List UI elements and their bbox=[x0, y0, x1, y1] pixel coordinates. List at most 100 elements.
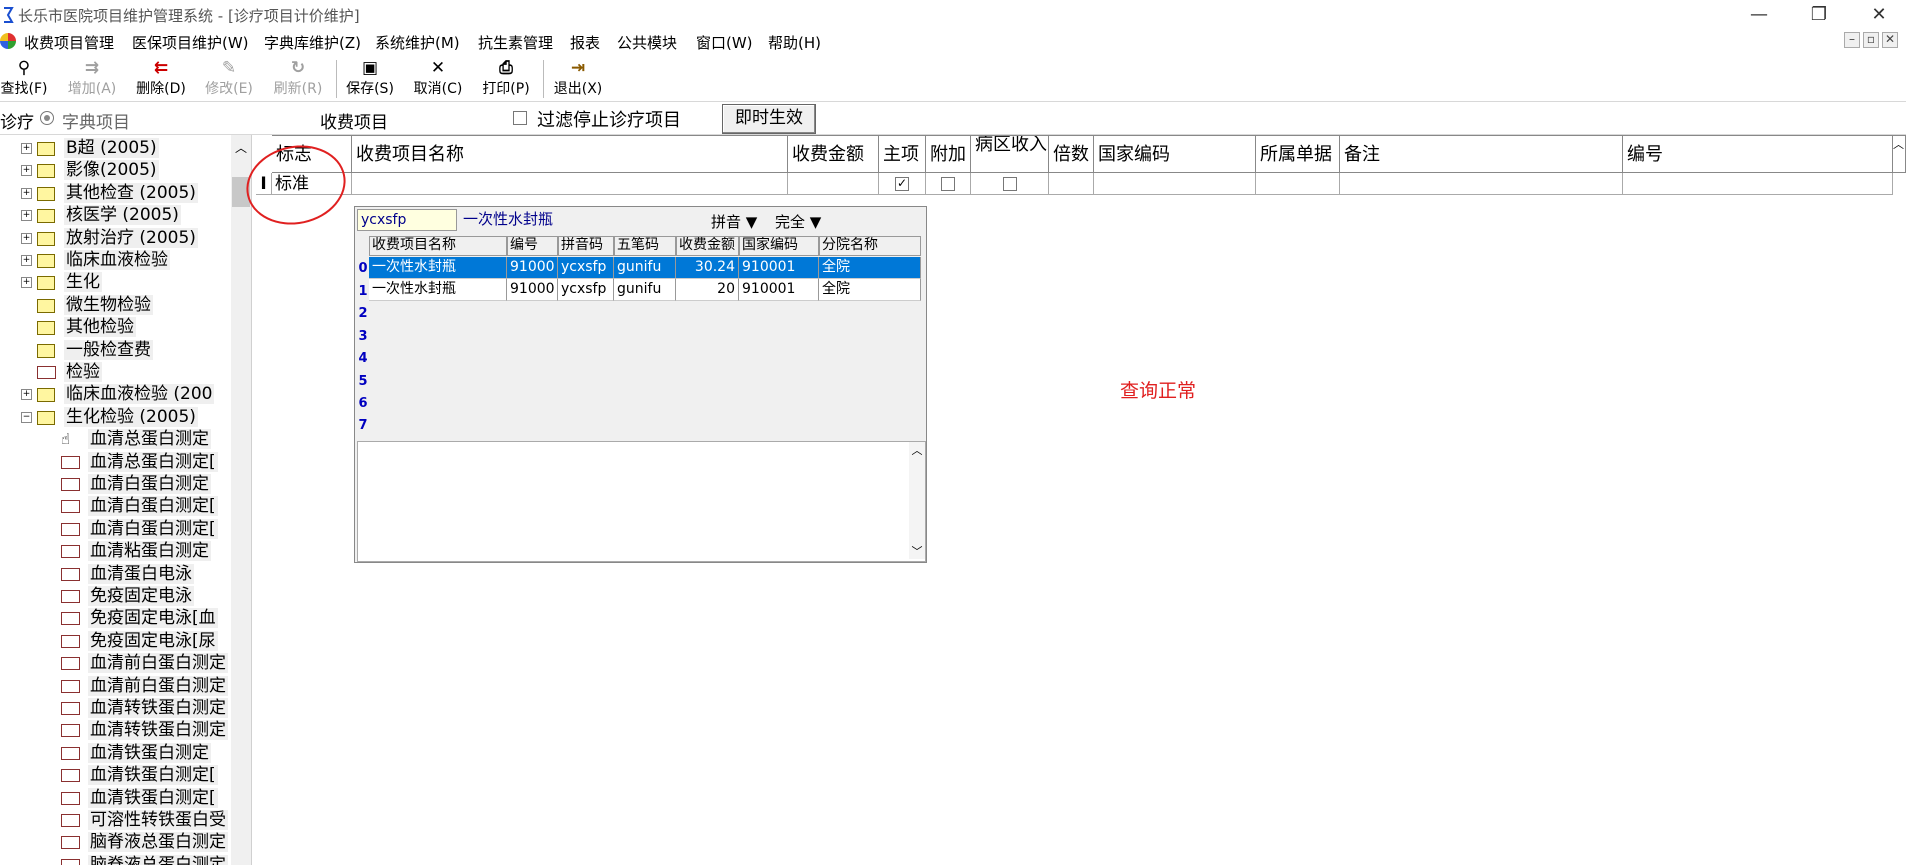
menu-item-charge[interactable]: 收费项目管理 bbox=[24, 32, 114, 53]
main-item-checkbox[interactable]: ✓ bbox=[895, 177, 909, 191]
menu-item-window[interactable]: 窗口(W) bbox=[696, 32, 753, 53]
tree-expand-toggle[interactable]: + bbox=[21, 143, 32, 154]
tree-scrollbar[interactable]: ︿ bbox=[231, 135, 251, 865]
menu-item-public[interactable]: 公共模块 bbox=[617, 32, 677, 53]
tree-node[interactable]: 生化 bbox=[64, 271, 102, 293]
close-button[interactable]: ✕ bbox=[1856, 2, 1902, 28]
menu-item-dictionary[interactable]: 字典库维护(Z) bbox=[264, 32, 361, 53]
mdi-minimize-button[interactable]: – bbox=[1844, 32, 1860, 48]
menu-item-antibiotics[interactable]: 抗生素管理 bbox=[478, 32, 553, 53]
cell-number[interactable] bbox=[1623, 173, 1893, 195]
col-header-amount[interactable]: 收费金额 bbox=[788, 135, 879, 173]
tree-node[interactable]: 检验 bbox=[64, 361, 102, 383]
lookup-col-wubi[interactable]: 五笔码 bbox=[614, 236, 676, 256]
col-header-main[interactable]: 主项 bbox=[879, 135, 926, 173]
lookup-col-branch[interactable]: 分院名称 bbox=[819, 236, 921, 256]
refresh-button[interactable]: ↻ 刷新(R) bbox=[268, 58, 328, 102]
scroll-down-icon[interactable]: ﹀ bbox=[909, 543, 925, 559]
tree-node[interactable]: 放射治疗 (2005) bbox=[64, 227, 198, 249]
tree-node[interactable]: 生化检验 (2005) bbox=[64, 406, 198, 428]
mdi-close-button[interactable]: ✕ bbox=[1882, 32, 1898, 48]
tree-expand-toggle[interactable]: + bbox=[21, 165, 32, 177]
tree-expand-toggle[interactable]: + bbox=[21, 210, 32, 222]
tree-node[interactable]: 可溶性转铁蛋白受 bbox=[88, 809, 228, 831]
tree-expand-toggle[interactable]: + bbox=[21, 187, 32, 199]
filter-checkbox[interactable] bbox=[513, 111, 527, 125]
tree-node[interactable]: 临床血液检验 bbox=[64, 249, 170, 271]
tree-expand-toggle[interactable]: + bbox=[21, 389, 32, 401]
dict-radio[interactable] bbox=[40, 111, 54, 125]
col-header-multiplier[interactable]: 倍数 bbox=[1049, 135, 1094, 173]
tree-expand-toggle[interactable]: + bbox=[21, 277, 32, 289]
tree-node[interactable]: 临床血液检验 (200 bbox=[64, 383, 215, 405]
lookup-search-input[interactable]: ycxsfp bbox=[357, 209, 457, 231]
tree-node[interactable]: 血清白蛋白测定[ bbox=[88, 495, 218, 517]
tree-expand-toggle[interactable]: − bbox=[21, 411, 32, 423]
ward-income-checkbox[interactable] bbox=[1002, 177, 1017, 191]
tree-node[interactable]: 免疫固定电泳 bbox=[88, 585, 194, 607]
tree-node[interactable]: 影像(2005) bbox=[64, 159, 159, 181]
tree-node[interactable]: 血清铁蛋白测定[ bbox=[88, 764, 218, 786]
col-header-charge-name[interactable]: 收费项目名称 bbox=[352, 135, 788, 173]
tree-node[interactable]: 血清粘蛋白测定 bbox=[88, 540, 211, 562]
match-mode-dropdown[interactable]: 完全 ▼ bbox=[775, 211, 821, 232]
scroll-up-icon[interactable]: ︿ bbox=[235, 139, 247, 156]
menu-item-insurance[interactable]: 医保项目维护(W) bbox=[132, 32, 249, 53]
tree-node[interactable]: B超 (2005) bbox=[64, 137, 159, 159]
col-header-number[interactable]: 编号 bbox=[1623, 135, 1893, 173]
tree-node[interactable]: 核医学 (2005) bbox=[64, 204, 181, 226]
tree-node[interactable]: 一般检查费 bbox=[64, 339, 153, 361]
cell-charge-name[interactable] bbox=[352, 173, 788, 195]
tree-node[interactable]: 其他检验 bbox=[64, 316, 136, 338]
modify-button[interactable]: ✎ 修改(E) bbox=[199, 58, 259, 102]
tree-node[interactable]: 血清白蛋白测定[ bbox=[88, 518, 218, 540]
minimize-button[interactable]: — bbox=[1736, 2, 1782, 28]
tree-node[interactable]: 血清转铁蛋白测定 bbox=[88, 697, 228, 719]
print-button[interactable]: ⎙ 打印(P) bbox=[476, 58, 536, 102]
tree-node[interactable]: 其他检查 (2005) bbox=[64, 182, 198, 204]
tree-node[interactable]: 血清铁蛋白测定 bbox=[88, 742, 211, 764]
lookup-col-name[interactable]: 收费项目名称 bbox=[369, 236, 507, 256]
lookup-col-amount[interactable]: 收费金额 bbox=[676, 236, 739, 256]
scroll-up-icon[interactable]: ︿ bbox=[909, 442, 925, 458]
cell-remarks[interactable] bbox=[1340, 173, 1623, 195]
find-button[interactable]: ⚲ 查找(F) bbox=[0, 58, 54, 102]
menu-item-help[interactable]: 帮助(H) bbox=[768, 32, 821, 53]
menu-item-system[interactable]: 系统维护(M) bbox=[375, 32, 460, 53]
lookup-col-pinyin[interactable]: 拼音码 bbox=[558, 236, 614, 256]
cell-national-code[interactable] bbox=[1094, 173, 1256, 195]
pinyin-mode-dropdown[interactable]: 拼音 ▼ bbox=[711, 211, 757, 232]
col-header-national-code[interactable]: 国家编码 bbox=[1094, 135, 1256, 173]
col-header-document[interactable]: 所属单据 bbox=[1256, 135, 1340, 173]
col-header-extra[interactable]: 附加 bbox=[926, 135, 971, 173]
tree-node[interactable]: 血清蛋白电泳 bbox=[88, 563, 194, 585]
col-header-remarks[interactable]: 备注 bbox=[1340, 135, 1623, 173]
tree-node[interactable]: 脑脊液总蛋白测定 bbox=[88, 854, 228, 865]
tree-node[interactable]: 血清前白蛋白测定 bbox=[88, 652, 228, 674]
tree-node[interactable]: 血清白蛋白测定 bbox=[88, 473, 211, 495]
grid-scroll-up-icon[interactable]: ︿ bbox=[1892, 135, 1906, 173]
exit-button[interactable]: ⇥ 退出(X) bbox=[548, 58, 608, 102]
lookup-col-code[interactable]: 编号 bbox=[507, 236, 558, 256]
restore-button[interactable]: ❐ bbox=[1796, 2, 1842, 28]
extra-item-checkbox[interactable] bbox=[941, 177, 955, 191]
tree-node[interactable]: 血清总蛋白测定[ bbox=[88, 451, 218, 473]
tree-node[interactable]: 血清转铁蛋白测定 bbox=[88, 719, 228, 741]
cell-multiplier[interactable] bbox=[1049, 173, 1094, 195]
tree-expand-toggle[interactable]: + bbox=[21, 232, 32, 244]
tree-node[interactable]: 免疫固定电泳[血 bbox=[88, 607, 218, 629]
tree-expand-toggle[interactable]: + bbox=[21, 255, 32, 266]
save-button[interactable]: ▣ 保存(S) bbox=[340, 58, 400, 102]
detail-scrollbar[interactable]: ︿ ﹀ bbox=[909, 442, 925, 559]
col-header-ward-income[interactable]: 病区收入 bbox=[971, 135, 1049, 173]
tree-node[interactable]: 微生物检验 bbox=[64, 294, 153, 316]
tree-node[interactable]: 脑脊液总蛋白测定 bbox=[88, 831, 228, 853]
add-button[interactable]: ⇉ 增加(A) bbox=[62, 58, 122, 102]
delete-button[interactable]: ⇇ 删除(D) bbox=[131, 58, 191, 102]
tree-node[interactable]: 免疫固定电泳[尿 bbox=[88, 630, 218, 652]
tree-node[interactable]: 血清铁蛋白测定[ bbox=[88, 787, 218, 809]
cell-amount[interactable] bbox=[788, 173, 879, 195]
lookup-detail-area[interactable]: ︿ ﹀ bbox=[357, 441, 926, 562]
mdi-restore-button[interactable]: ▫ bbox=[1863, 32, 1879, 48]
lookup-col-national-code[interactable]: 国家编码 bbox=[739, 236, 819, 256]
